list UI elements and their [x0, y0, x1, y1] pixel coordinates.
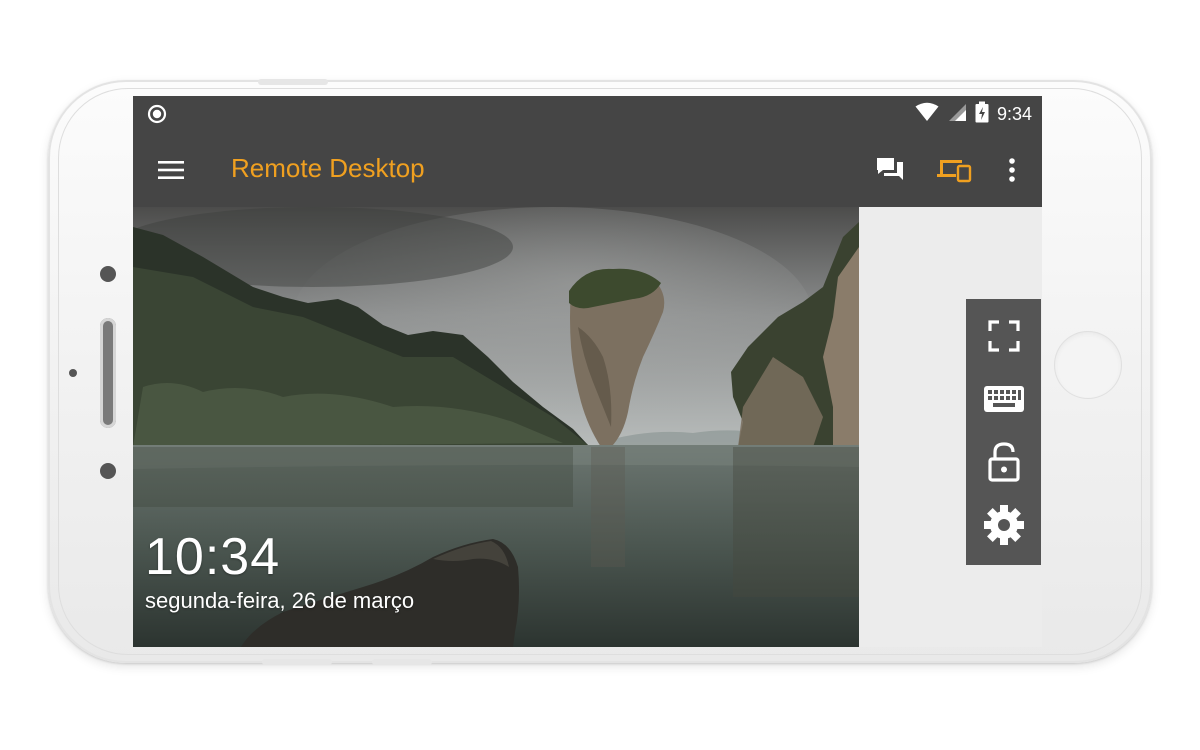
front-camera [100, 266, 116, 282]
remote-desktop-view[interactable]: 10:34 segunda-feira, 26 de março [133, 207, 859, 647]
phone-side-button-bottom [262, 659, 332, 665]
light-sensor [100, 463, 116, 479]
app-bar: Remote Desktop [133, 132, 1042, 207]
settings-gear-icon[interactable] [966, 496, 1041, 554]
lock-screen-date: segunda-feira, 26 de março [145, 588, 415, 613]
status-bar: 9:34 [133, 96, 1042, 132]
chat-icon[interactable] [870, 150, 910, 190]
stage: 9:34 Remote Desktop 10:34 segunda-feira,… [0, 0, 1200, 750]
phone-side-button-bottom-2 [372, 659, 432, 665]
lock-screen-time: 10:34 [145, 528, 281, 586]
phone-screen: 9:34 Remote Desktop 10:34 segunda-feira,… [133, 96, 1042, 647]
devices-icon[interactable] [934, 150, 974, 190]
earpiece-speaker [100, 318, 116, 428]
keyboard-icon[interactable] [966, 370, 1041, 428]
fullscreen-icon[interactable] [966, 307, 1041, 365]
status-icons: 9:34 [915, 96, 1032, 132]
battery-charging-icon [975, 101, 989, 128]
record-dot-icon [147, 104, 167, 124]
wifi-icon [915, 102, 939, 127]
proximity-sensor [69, 369, 77, 377]
home-button[interactable] [1054, 331, 1122, 399]
app-title: Remote Desktop [231, 153, 425, 183]
hamburger-menu-icon[interactable] [155, 154, 187, 186]
unlock-icon[interactable] [966, 433, 1041, 491]
session-side-panel [966, 299, 1041, 565]
phone-side-button [258, 79, 328, 85]
signal-icon [947, 102, 967, 127]
status-time: 9:34 [996, 103, 1032, 124]
more-vert-icon[interactable] [992, 150, 1032, 190]
